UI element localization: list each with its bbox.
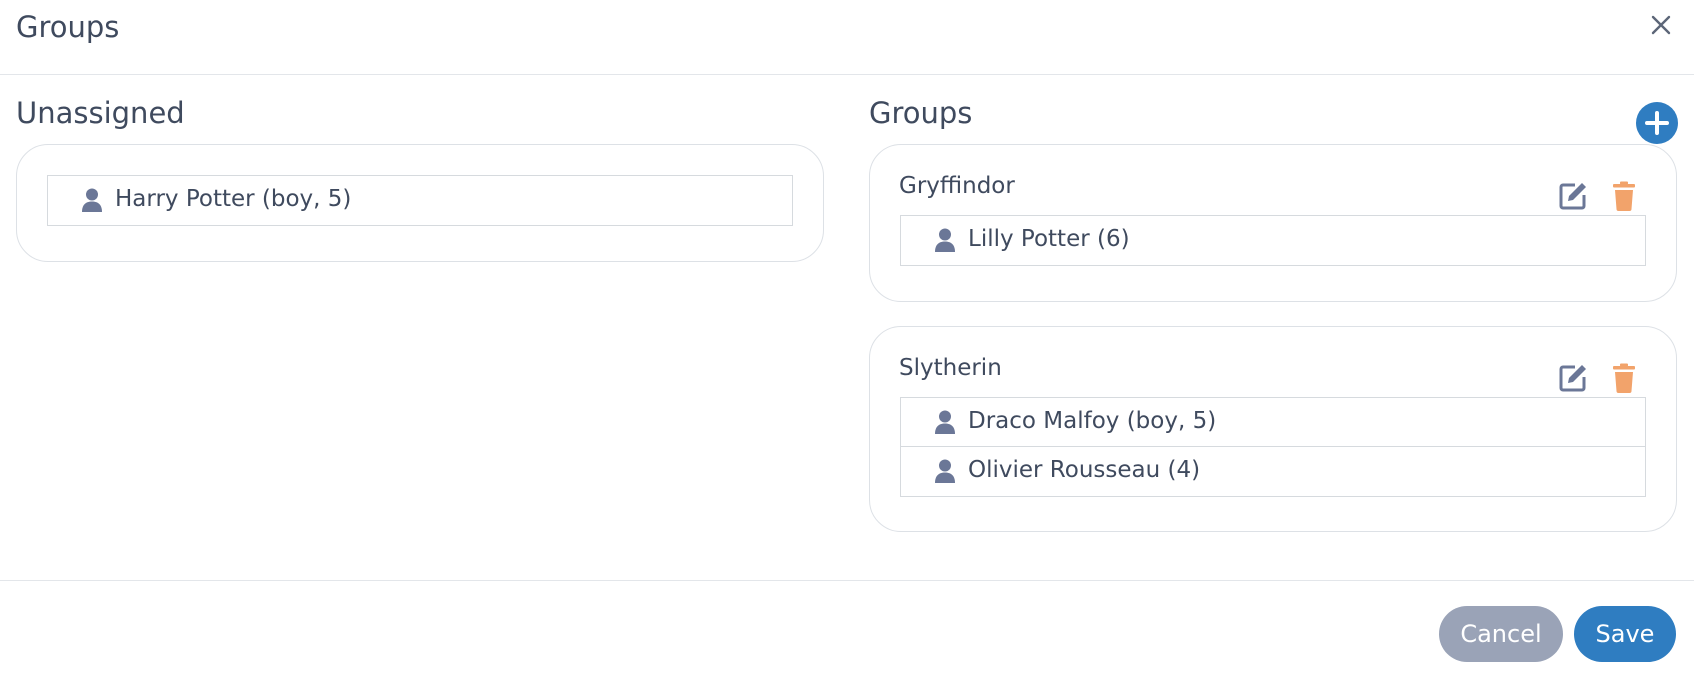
plus-icon [1645, 111, 1669, 135]
add-group-button[interactable] [1636, 102, 1678, 144]
group-card-slytherin: Slytherin Draco Malfoy (boy, 5) Olivier … [869, 326, 1677, 532]
trash-icon [1613, 363, 1635, 393]
trash-icon [1613, 181, 1635, 211]
group-members-list: Draco Malfoy (boy, 5) Olivier Rousseau (… [900, 397, 1646, 497]
cancel-button[interactable]: Cancel [1439, 606, 1563, 662]
groups-dialog: Groups Unassigned Harry Potter (boy, 5) … [0, 0, 1694, 674]
member-name: Draco Malfoy (boy, 5) [968, 408, 1217, 434]
dialog-header: Groups [0, 0, 1694, 75]
unassigned-list: Harry Potter (boy, 5) [47, 175, 793, 226]
groups-title: Groups [869, 96, 973, 130]
dialog-footer: Cancel Save [0, 580, 1694, 674]
list-item[interactable]: Draco Malfoy (boy, 5) [901, 398, 1645, 447]
edit-group-button[interactable] [1558, 363, 1588, 393]
group-members-list: Lilly Potter (6) [900, 215, 1646, 266]
save-button[interactable]: Save [1574, 606, 1676, 662]
list-item[interactable]: Lilly Potter (6) [901, 216, 1645, 265]
edit-icon [1559, 183, 1586, 210]
person-icon [935, 228, 955, 252]
delete-group-button[interactable] [1611, 363, 1641, 393]
group-name: Gryffindor [899, 173, 1015, 199]
member-name: Olivier Rousseau (4) [968, 457, 1201, 483]
close-button[interactable] [1646, 10, 1676, 40]
group-name: Slytherin [899, 355, 1002, 381]
unassigned-panel: Harry Potter (boy, 5) [16, 144, 824, 262]
member-name: Harry Potter (boy, 5) [115, 186, 352, 212]
group-card-gryffindor: Gryffindor Lilly Potter (6) [869, 144, 1677, 302]
delete-group-button[interactable] [1611, 181, 1641, 211]
list-item[interactable]: Harry Potter (boy, 5) [48, 176, 792, 225]
close-icon [1651, 15, 1671, 35]
person-icon [935, 410, 955, 434]
edit-group-button[interactable] [1558, 181, 1588, 211]
person-icon [82, 188, 102, 212]
edit-icon [1559, 365, 1586, 392]
member-name: Lilly Potter (6) [968, 226, 1130, 252]
unassigned-title: Unassigned [16, 96, 185, 130]
person-icon [935, 459, 955, 483]
dialog-title: Groups [16, 10, 120, 44]
list-item[interactable]: Olivier Rousseau (4) [901, 447, 1645, 496]
